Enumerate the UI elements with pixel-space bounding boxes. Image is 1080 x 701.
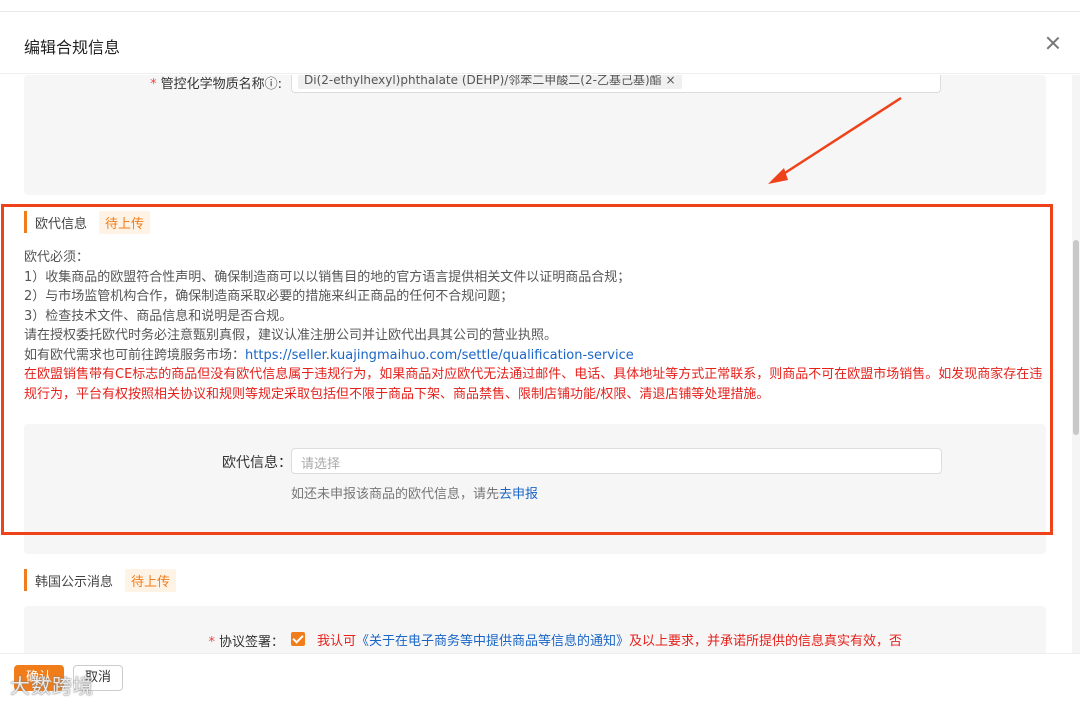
section-accent-bar [24, 569, 27, 591]
chemical-select[interactable]: Di(2-ethylhexyl)phthalate (DEHP)/邻苯二甲酸二(… [291, 75, 941, 93]
chemical-label: * 管控化学物质名称ⓘ: [150, 77, 282, 92]
close-icon[interactable] [1044, 34, 1062, 52]
chemical-tag[interactable]: Di(2-ethylhexyl)phthalate (DEHP)/邻苯二甲酸二(… [298, 75, 682, 89]
modal-title: 编辑合规信息 [24, 38, 121, 57]
agreement-checkbox[interactable] [291, 632, 305, 646]
top-bar [0, 0, 1080, 12]
korea-section-header: 韩国公示消息 待上传 [24, 568, 177, 592]
scrollbar[interactable] [1072, 75, 1080, 653]
korea-section-title: 韩国公示消息 [35, 574, 114, 590]
annotation-arrow-icon [768, 96, 902, 184]
notice-link[interactable]: 《关于在电子商务等中提供商品等信息的通知》 [356, 634, 629, 649]
modal-header: 编辑合规信息 [0, 12, 1080, 74]
agreement-label: * 协议签署： [208, 635, 284, 650]
scrollbar-thumb[interactable] [1073, 240, 1079, 435]
highlight-frame [1, 204, 1053, 535]
watermark: 大数跨境 [10, 674, 94, 698]
chemical-row: * 管控化学物质名称ⓘ: Di(2-ethylhexyl)phthalate (D… [0, 75, 1080, 99]
modal-footer: 确认 取消 大数跨境 [0, 653, 1080, 701]
agreement-text: 我认可《关于在电子商务等中提供商品等信息的通知》及以上要求，并承诺所提供的信息真… [317, 634, 903, 649]
status-badge: 待上传 [125, 568, 177, 592]
